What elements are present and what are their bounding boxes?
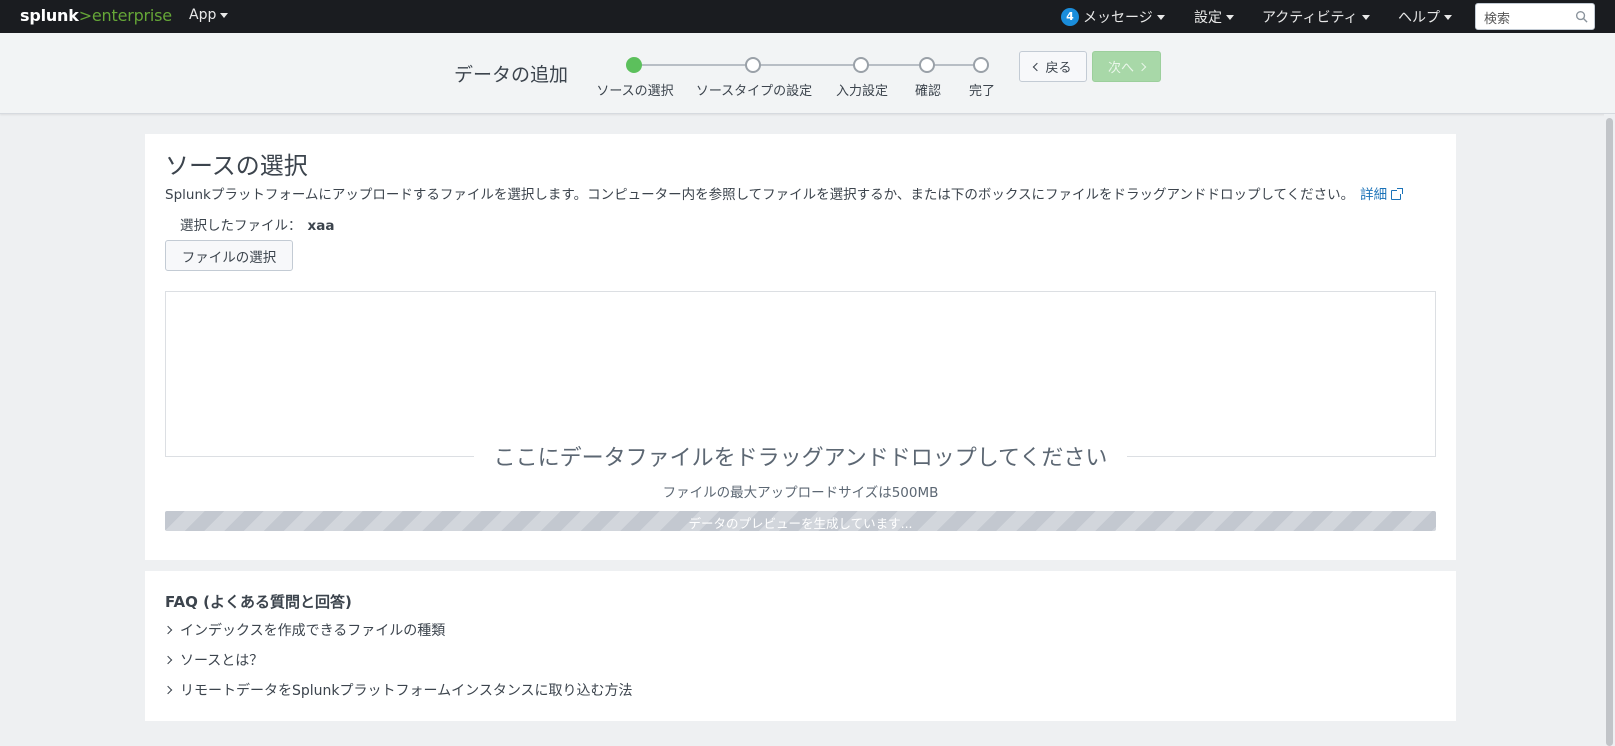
max-upload-size-text: ファイルの最大アップロードサイズは500MB (662, 485, 939, 501)
step-1-dot (626, 57, 642, 73)
file-dropzone[interactable] (165, 291, 1436, 457)
chevron-left-icon (1033, 62, 1042, 71)
caret-down-icon (1156, 14, 1165, 20)
faq-item-label: リモートデータをSplunkプラットフォームインスタンスに取り込む方法 (180, 683, 633, 699)
dropzone-text: ここにデータファイルをドラッグアンドドロップしてください (145, 440, 1456, 472)
chevron-right-icon (163, 685, 173, 695)
step-4-label: 確認 (914, 84, 942, 99)
description-text: Splunkプラットフォームにアップロードするファイルを選択します。コンピュータ… (165, 183, 1404, 203)
chevron-right-icon (1137, 62, 1147, 71)
back-button[interactable]: 戻る (1019, 51, 1087, 82)
caret-down-icon (1444, 14, 1452, 20)
selected-file-label: 選択したファイル： (180, 218, 302, 234)
faq-item[interactable]: リモートデータをSplunkプラットフォームインスタンスに取り込む方法 (163, 680, 633, 700)
caret-down-icon (1361, 14, 1370, 20)
section-title: ソースの選択 (165, 152, 308, 180)
step-5-label: 完了 (968, 84, 996, 99)
preview-progress-bar: データのプレビューを生成しています... (165, 511, 1436, 531)
wizard-header: データの追加 ソースの選択 ソースタイプの設定 入力設定 確認 完了 戻る 次へ (0, 33, 1615, 114)
next-button[interactable]: 次へ (1092, 51, 1161, 82)
selected-file: 選択したファイル： xaa (180, 214, 334, 234)
faq-panel: FAQ (よくある質問と回答) インデックスを作成できるファイルの種類 ソースと… (145, 571, 1456, 721)
learn-more-link[interactable]: 詳細 (1360, 187, 1404, 203)
logo-splunk-text: splunk (20, 6, 79, 25)
caret-down-icon (1226, 14, 1234, 20)
help-menu[interactable]: ヘルプ (1398, 7, 1452, 27)
faq-item-label: インデックスを作成できるファイルの種類 (180, 623, 446, 639)
select-source-panel: ソースの選択 Splunkプラットフォームにアップロードするファイルを選択します… (145, 134, 1456, 560)
app-menu-label: App (189, 7, 217, 23)
search-icon (1575, 10, 1588, 23)
activity-menu-label: アクティビティ (1262, 10, 1358, 26)
faq-item[interactable]: ソースとは？ (163, 650, 264, 670)
logo-gt-text: > (78, 6, 92, 25)
next-button-label: 次へ (1107, 61, 1134, 76)
top-nav-bar: splunk>enterprise App 4 メッセージ 設定 アクティビティ… (0, 0, 1615, 33)
page-scrollbar[interactable] (1604, 114, 1615, 746)
app-menu[interactable]: App (189, 7, 229, 23)
faq-item-label: ソースとは？ (180, 653, 264, 669)
messages-menu-label: メッセージ (1083, 10, 1153, 26)
chevron-right-icon (163, 655, 173, 665)
activity-menu[interactable]: アクティビティ (1262, 7, 1370, 27)
scrollbar-thumb[interactable] (1606, 118, 1613, 746)
settings-menu-label: 設定 (1194, 10, 1222, 26)
step-4-dot (919, 57, 935, 73)
step-5-dot (973, 57, 989, 73)
search-placeholder: 検索 (1484, 12, 1511, 27)
search-input[interactable]: 検索 (1475, 3, 1595, 30)
page-title: データの追加 (454, 64, 569, 86)
step-1-label: ソースの選択 (596, 84, 674, 99)
external-link-icon (1391, 188, 1404, 200)
description-body: Splunkプラットフォームにアップロードするファイルを選択します。コンピュータ… (165, 187, 1355, 203)
logo-enterprise-text: enterprise (91, 6, 172, 25)
dropzone-label: ここにデータファイルをドラッグアンドドロップしてください (473, 446, 1128, 471)
splunk-logo[interactable]: splunk>enterprise (20, 6, 172, 25)
faq-title: FAQ (よくある質問と回答) (165, 593, 352, 611)
step-2-dot (745, 57, 761, 73)
step-3-label: 入力設定 (835, 84, 889, 99)
back-button-label: 戻る (1045, 61, 1072, 76)
help-menu-label: ヘルプ (1398, 10, 1440, 26)
settings-menu[interactable]: 設定 (1194, 7, 1234, 27)
messages-count-badge: 4 (1061, 8, 1079, 26)
select-file-button[interactable]: ファイルの選択 (165, 240, 293, 271)
caret-down-icon (220, 12, 229, 18)
chevron-right-icon (163, 625, 173, 635)
step-2-label: ソースタイプの設定 (695, 84, 813, 99)
step-3-dot (853, 57, 869, 73)
learn-more-label: 詳細 (1360, 187, 1388, 203)
progress-text: データのプレビューを生成しています... (688, 516, 913, 531)
messages-menu[interactable]: 4 メッセージ (1061, 7, 1165, 27)
selected-file-name: xaa (307, 218, 335, 234)
faq-item[interactable]: インデックスを作成できるファイルの種類 (163, 620, 446, 640)
